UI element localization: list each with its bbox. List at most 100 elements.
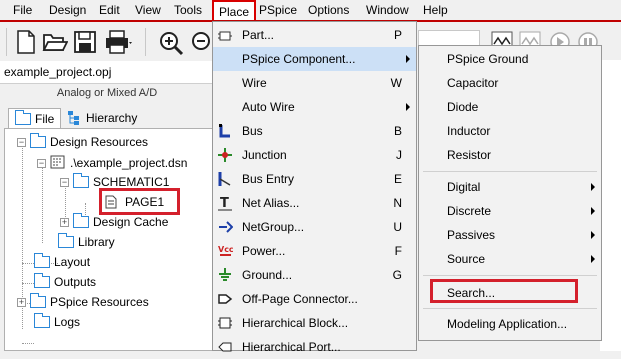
menu-item-wire[interactable]: Wire W (213, 71, 416, 95)
menu-item-junction[interactable]: Junction J (213, 143, 416, 167)
submenu-item-modeling-application[interactable]: Modeling Application... (419, 312, 601, 336)
tree-item-outputs[interactable]: Outputs (34, 273, 97, 293)
project-tabs: File Hierarchy (4, 106, 214, 130)
tree-item-design-cache[interactable]: + Design Cache (60, 213, 169, 233)
hierarchy-icon (68, 111, 79, 125)
collapse-icon[interactable]: − (37, 159, 46, 168)
menu-item-bus-entry[interactable]: Bus Entry E (213, 167, 416, 191)
submenu-item-resistor[interactable]: Resistor (419, 143, 601, 167)
menu-window[interactable]: Window (366, 3, 409, 17)
collapse-icon[interactable]: − (60, 178, 69, 187)
print-icon[interactable] (104, 30, 132, 54)
folder-icon (15, 110, 31, 125)
menu-item-power[interactable]: Vcc Power... F (213, 239, 416, 263)
menu-pspice[interactable]: PSpice (259, 3, 297, 17)
submenu-item-digital[interactable]: Digital (419, 175, 601, 199)
menu-view[interactable]: View (135, 3, 161, 17)
submenu-arrow-icon (591, 207, 595, 215)
project-tree: − Design Resources − .\example_project.dsn… (4, 128, 214, 351)
submenu-arrow-icon (591, 231, 595, 239)
submenu-item-diode[interactable]: Diode (419, 95, 601, 119)
project-type-bar: Analog or Mixed A/D (0, 84, 214, 102)
submenu-item-inductor[interactable]: Inductor (419, 119, 601, 143)
menu-item-auto-wire[interactable]: Auto Wire (213, 95, 416, 119)
tree-item-layout[interactable]: Layout (34, 253, 91, 273)
tree-item-logs[interactable]: Logs (34, 313, 81, 333)
tree-label: Outputs (54, 275, 97, 289)
hierarchical-block-icon (218, 317, 232, 329)
bus-icon (219, 124, 230, 138)
menu-item-bus[interactable]: Bus B (213, 119, 416, 143)
tree-line (22, 283, 34, 284)
tree-item-dsn[interactable]: − .\example_project.dsn (37, 155, 187, 173)
submenu-item-capacitor[interactable]: Capacitor (419, 71, 601, 95)
highlight-box-page1 (99, 188, 180, 215)
menu-tools[interactable]: Tools (174, 3, 202, 17)
tab-file[interactable]: File (8, 108, 62, 128)
menu-separator (423, 308, 597, 309)
save-icon[interactable] (74, 30, 96, 54)
tree-line (42, 163, 43, 243)
submenu-arrow-icon (591, 183, 595, 191)
zoom-out-icon[interactable] (190, 30, 212, 56)
menu-item-pspice-component[interactable]: PSpice Component... (213, 47, 416, 71)
new-document-icon[interactable] (16, 30, 36, 54)
menu-options[interactable]: Options (308, 3, 349, 17)
folder-icon (73, 213, 89, 228)
menu-edit[interactable]: Edit (99, 3, 120, 17)
tree-label: Design Resources (50, 135, 149, 149)
ground-icon (219, 268, 231, 281)
net-alias-icon: T (218, 196, 232, 211)
tree-item-design-resources[interactable]: − Design Resources (17, 133, 149, 153)
junction-icon (218, 148, 232, 162)
tree-label: Logs (54, 315, 81, 329)
menu-item-hierarchical-port[interactable]: Hierarchical Port... (213, 335, 416, 359)
tree-label: Layout (54, 255, 91, 269)
open-folder-icon[interactable] (42, 30, 68, 54)
tree-item-library[interactable]: Library (58, 233, 115, 253)
menu-item-hierarchical-block[interactable]: Hierarchical Block... (213, 311, 416, 335)
menu-item-netgroup[interactable]: NetGroup... U (213, 215, 416, 239)
menu-bar: File Design Edit View Tools Place PSpice… (0, 0, 621, 22)
project-filename: example_project.opj (4, 65, 112, 79)
tab-hierarchy-label: Hierarchy (86, 111, 138, 125)
svg-text:T: T (220, 196, 229, 211)
tree-label: .\example_project.dsn (70, 156, 188, 170)
submenu-item-pspice-ground[interactable]: PSpice Ground (419, 47, 601, 71)
menu-separator (423, 171, 597, 172)
menu-item-ground[interactable]: Ground... G (213, 263, 416, 287)
submenu-item-source[interactable]: Source (419, 247, 601, 271)
expand-icon[interactable]: + (17, 298, 26, 307)
menu-item-part[interactable]: Part... P (213, 23, 416, 47)
submenu-item-passives[interactable]: Passives (419, 223, 601, 247)
menu-design[interactable]: Design (49, 3, 86, 17)
tree-label: Design Cache (93, 215, 169, 229)
tree-item-pspice-resources[interactable]: + PSpice Resources (17, 293, 149, 313)
folder-icon (58, 233, 74, 248)
submenu-arrow-icon (406, 55, 410, 63)
pspice-component-submenu: PSpice Ground Capacitor Diode Inductor R… (418, 45, 602, 341)
schematic-canvas[interactable] (600, 60, 621, 351)
tab-hierarchy[interactable]: Hierarchy (62, 108, 143, 128)
folder-icon (34, 253, 50, 268)
part-icon (218, 31, 232, 41)
menu-help[interactable]: Help (423, 3, 448, 17)
submenu-item-discrete[interactable]: Discrete (419, 199, 601, 223)
power-icon: Vcc (218, 245, 233, 256)
zoom-in-icon[interactable] (158, 30, 184, 56)
expand-icon[interactable]: + (60, 218, 69, 227)
folder-icon (73, 173, 89, 188)
collapse-icon[interactable]: − (17, 138, 26, 147)
tab-file-label: File (35, 112, 55, 126)
project-type-label: Analog or Mixed A/D (56, 87, 158, 99)
menu-separator (423, 275, 597, 276)
tree-line (22, 343, 34, 344)
hierarchical-port-icon (218, 342, 232, 352)
menu-file[interactable]: File (13, 3, 32, 17)
menu-item-off-page-connector[interactable]: Off-Page Connector... (213, 287, 416, 311)
menu-place[interactable]: Place (212, 0, 257, 20)
tree-label: SCHEMATIC1 (93, 175, 170, 189)
submenu-arrow-icon (406, 103, 410, 111)
submenu-arrow-icon (591, 255, 595, 263)
menu-item-net-alias[interactable]: T Net Alias... N (213, 191, 416, 215)
